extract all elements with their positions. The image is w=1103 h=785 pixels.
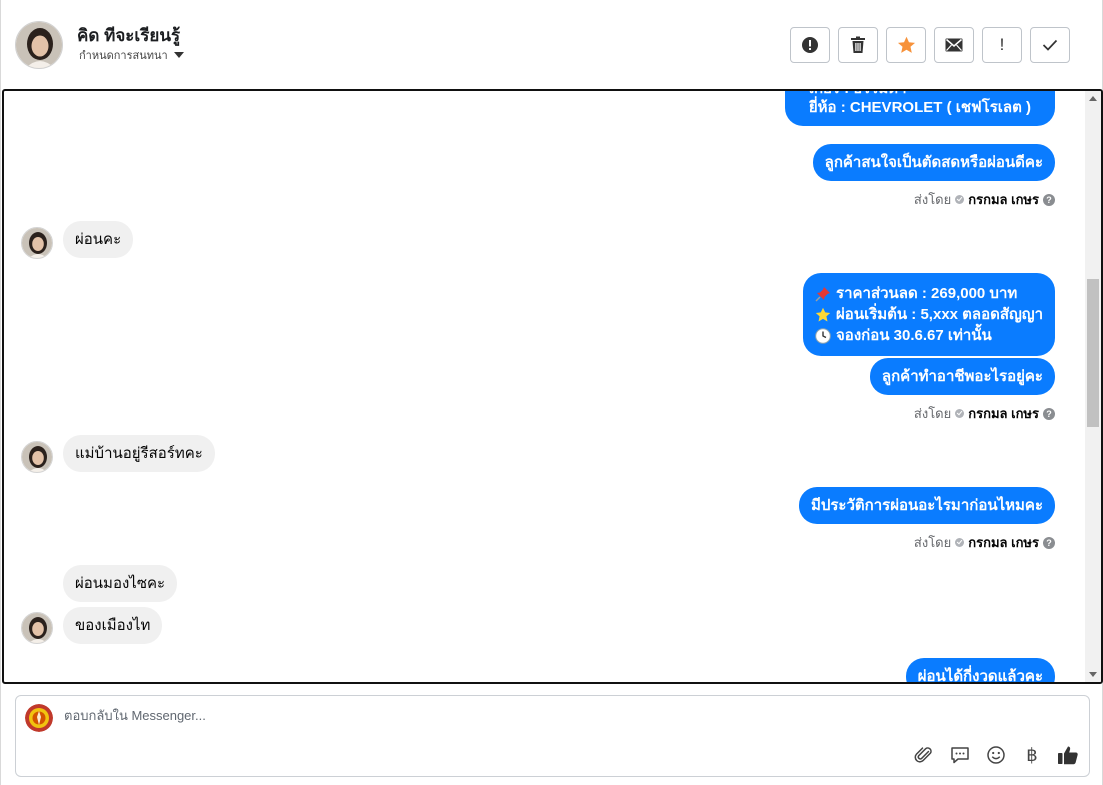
clock-icon — [815, 327, 831, 344]
scroll-down-arrow-icon[interactable] — [1089, 672, 1097, 677]
mark-unread-button[interactable] — [934, 27, 974, 63]
message-bubble-incoming: ของเมืองไท — [63, 607, 163, 644]
alert-circle-icon — [802, 37, 818, 53]
conversation-header: คิด ทีจะเรียนรู้ กำหนดการสนทนา ! — [1, 0, 1103, 90]
sent-by-label: ส่งโดย — [913, 535, 952, 550]
schedule-label: กำหนดการสนทนา — [79, 50, 168, 62]
check-icon — [1042, 39, 1058, 51]
message-line: เกียร์ : ธรรมดา — [809, 91, 1031, 97]
message-bubble-outgoing: เกียร์ : ธรรมดา ยี่ห้อ : CHEVROLET ( เชฟ… — [784, 91, 1055, 126]
sent-by-info: ส่งโดย กรกมล เกษร ? — [914, 189, 1055, 210]
reply-input[interactable] — [64, 708, 864, 723]
sent-by-name: กรกมล เกษร — [968, 535, 1039, 550]
trash-icon — [851, 36, 865, 53]
sent-check-icon — [955, 538, 965, 547]
message-bubble-outgoing: มีประวัติการผ่อนอะไรมาก่อนไหมคะ — [798, 487, 1055, 524]
contact-avatar-small — [21, 612, 53, 644]
app-frame: คิด ทีจะเรียนรู้ กำหนดการสนทนา ! ยี่ห้อ … — [0, 0, 1103, 785]
message-thread[interactable]: เกียร์ : ธรรมดา ยี่ห้อ : CHEVROLET ( เชฟ… — [2, 89, 1103, 684]
conversation-toolbar: ! — [790, 27, 1070, 63]
message-bubble-incoming: ผ่อนมองไซคะ — [63, 565, 178, 602]
help-icon[interactable]: ? — [1043, 536, 1055, 549]
thumbs-up-icon[interactable] — [1057, 744, 1079, 766]
message-bubble-outgoing: ลูกค้าสนใจเป็นตัดสดหรือผ่อนดีคะ — [812, 144, 1055, 181]
message-line: จองก่อน 30.6.67 เท่านั้น — [836, 327, 992, 344]
message-bubble-outgoing: ราคาส่วนลด : 269,000 บาท ผ่อนเริ่มต้น : … — [803, 273, 1055, 356]
scroll-thumb[interactable] — [1087, 279, 1099, 427]
contact-name: คิด ทีจะเรียนรู้ — [77, 26, 181, 45]
sent-by-info: ส่งโดย กรกมล เกษร ? — [914, 403, 1055, 424]
star-icon — [897, 36, 915, 53]
baht-icon[interactable]: ฿ — [1021, 744, 1043, 766]
message-line: ราคาส่วนลด : 269,000 บาท — [836, 285, 1018, 302]
scroll-up-arrow-icon[interactable] — [1089, 96, 1097, 101]
thread-scrollbar[interactable] — [1085, 91, 1101, 682]
star-button[interactable] — [886, 27, 926, 63]
sent-by-name: กรกมล เกษร — [968, 192, 1039, 207]
pushpin-icon — [815, 286, 831, 302]
page-avatar — [25, 704, 53, 732]
contact-avatar[interactable] — [15, 21, 63, 69]
help-icon[interactable]: ? — [1043, 407, 1055, 420]
sent-by-label: ส่งโดย — [913, 406, 952, 421]
message-line: ยี่ห้อ : CHEVROLET ( เชฟโรเลต ) — [808, 99, 1031, 116]
message-bubble-outgoing: ผ่อนได้กี่งวดแล้วคะ — [905, 658, 1055, 682]
message-line: ผ่อนเริ่มต้น : 5,xxx ตลอดสัญญา — [836, 306, 1043, 323]
flag-important-button[interactable]: ! — [982, 27, 1022, 63]
paperclip-icon[interactable] — [913, 744, 935, 766]
reply-composer: ฿ — [15, 695, 1090, 777]
contact-avatar-small — [21, 227, 53, 259]
chat-icon[interactable] — [949, 744, 971, 766]
star-emoji-icon — [815, 307, 831, 321]
mark-spam-button[interactable] — [790, 27, 830, 63]
sent-by-info: ส่งโดย กรกมล เกษร ? — [914, 532, 1055, 553]
message-bubble-outgoing: ลูกค้าทำอาชีพอะไรอยู่คะ — [869, 358, 1055, 395]
sent-by-name: กรกมล เกษร — [968, 406, 1039, 421]
envelope-icon — [945, 38, 963, 52]
caret-down-icon — [173, 52, 184, 58]
mark-done-button[interactable] — [1030, 27, 1070, 63]
message-bubble-incoming: แม่บ้านอยู่รีสอร์ทคะ — [63, 435, 215, 472]
smiley-icon[interactable] — [985, 744, 1007, 766]
composer-tools: ฿ — [913, 744, 1079, 766]
message-bubble-incoming: ผ่อนคะ — [63, 221, 134, 258]
conversation-schedule-dropdown[interactable]: กำหนดการสนทนา — [79, 46, 184, 64]
delete-button[interactable] — [838, 27, 878, 63]
help-icon[interactable]: ? — [1043, 193, 1055, 206]
sent-check-icon — [955, 195, 965, 204]
exclamation-icon: ! — [999, 35, 1005, 54]
sent-by-label: ส่งโดย — [913, 192, 952, 207]
sent-check-icon — [955, 409, 965, 418]
contact-avatar-small — [21, 441, 53, 473]
